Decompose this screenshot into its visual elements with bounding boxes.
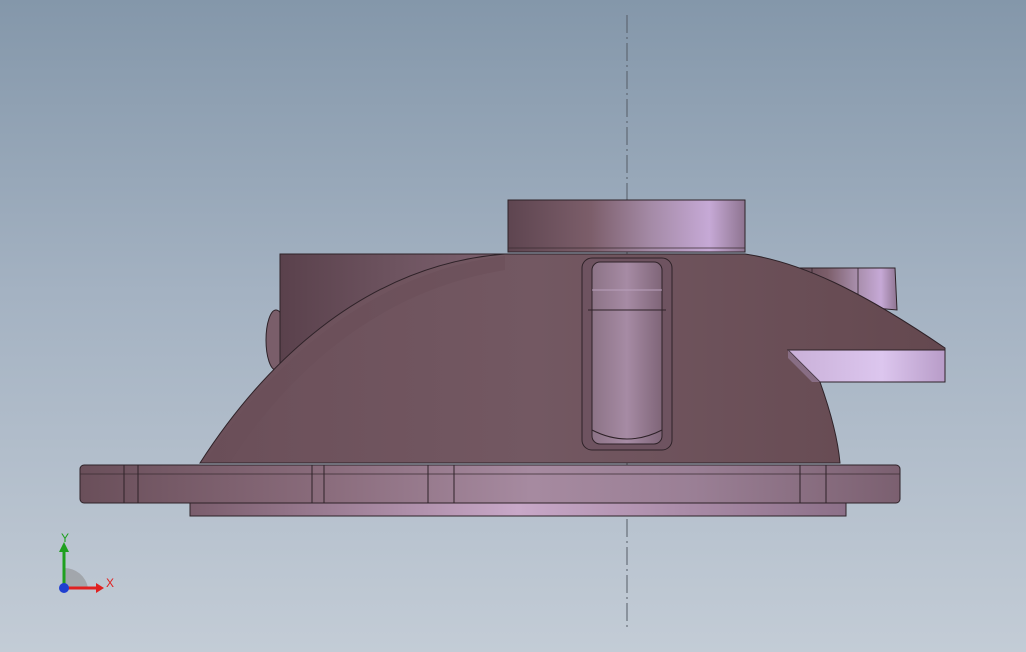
- slot-feature: [581, 257, 673, 451]
- z-axis-dot: [59, 583, 69, 593]
- coordinate-triad: Y X: [59, 531, 114, 593]
- right-tab: [786, 349, 946, 383]
- 3d-graphics-viewport[interactable]: Y X: [0, 0, 1026, 652]
- part-model-view[interactable]: [0, 0, 1026, 652]
- x-axis-label: X: [106, 576, 114, 590]
- y-axis-label: Y: [61, 531, 69, 545]
- x-axis-arrowhead: [96, 583, 104, 593]
- base-plate: [189, 502, 847, 517]
- top-cylinder: [507, 199, 746, 253]
- flange: [79, 464, 901, 504]
